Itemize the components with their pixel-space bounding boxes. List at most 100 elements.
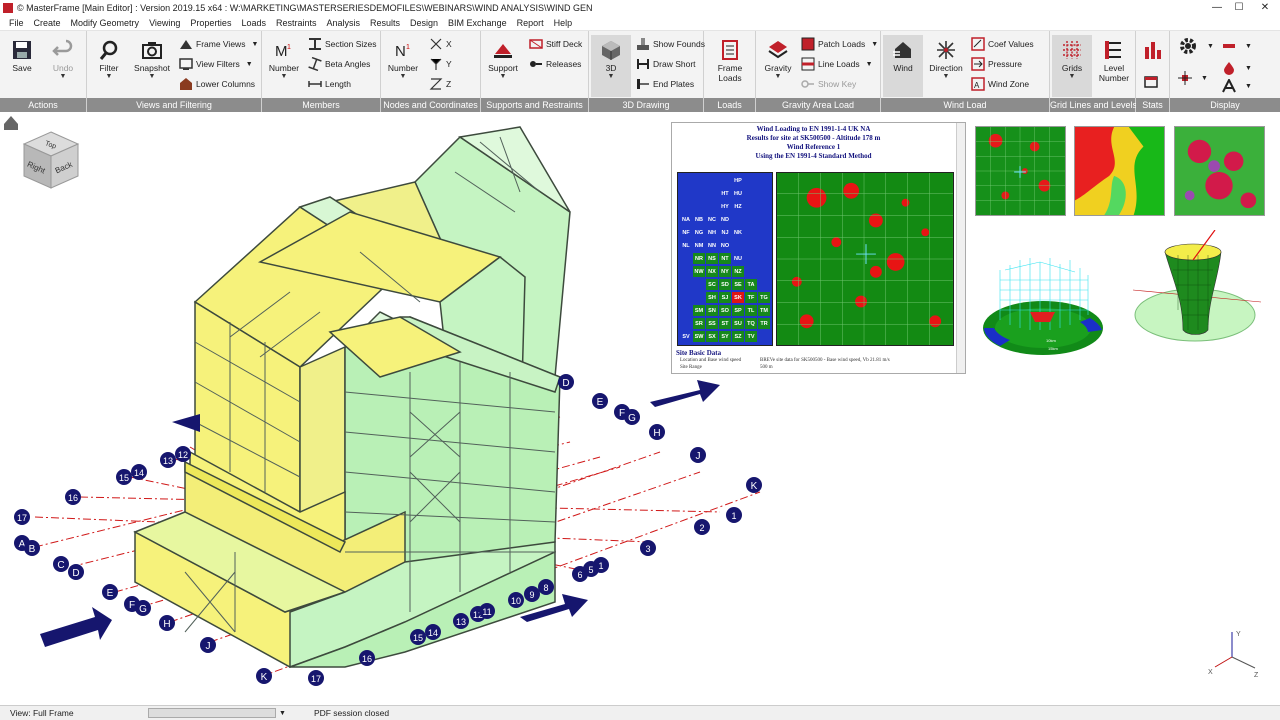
- status-progress-dropdown[interactable]: ▼: [279, 710, 286, 717]
- node-number-button[interactable]: N1 Number ▼: [381, 35, 425, 97]
- end-plates-button[interactable]: End Plates: [636, 75, 694, 93]
- terrain-thumbnail-roughness[interactable]: [975, 126, 1066, 216]
- home-view-icon[interactable]: [4, 116, 18, 130]
- grids-button[interactable]: Grids ▼: [1052, 35, 1092, 97]
- frame-loads-button[interactable]: Frame Loads: [708, 35, 752, 97]
- menu-modify-geometry[interactable]: Modify Geometry: [66, 18, 145, 28]
- os-grid-cell[interactable]: NY: [719, 266, 731, 277]
- line-loads-button[interactable]: Line Loads ▼: [801, 55, 873, 73]
- menu-results[interactable]: Results: [365, 18, 405, 28]
- menu-help[interactable]: Help: [549, 18, 578, 28]
- os-grid-cell[interactable]: SM: [693, 305, 705, 316]
- os-grid-cell[interactable]: TF: [745, 292, 757, 303]
- menu-properties[interactable]: Properties: [185, 18, 236, 28]
- os-grid-cell[interactable]: SK: [732, 292, 744, 303]
- os-grid-cell[interactable]: NJ: [719, 227, 731, 238]
- os-grid-cell[interactable]: SC: [706, 279, 718, 290]
- wind-pressure-cylinder-thumbnail[interactable]: [1133, 230, 1263, 350]
- stats-table-button[interactable]: [1144, 73, 1161, 91]
- menu-design[interactable]: Design: [405, 18, 443, 28]
- os-grid-cell[interactable]: TQ: [745, 318, 757, 329]
- os-grid-cell[interactable]: SS: [706, 318, 718, 329]
- os-grid-cell[interactable]: TV: [745, 331, 757, 342]
- wind-report-panel[interactable]: Wind Loading to EN 1991-1-4 UK NA Result…: [671, 122, 966, 374]
- menu-report[interactable]: Report: [512, 18, 549, 28]
- menu-bim-exchange[interactable]: BIM Exchange: [443, 18, 512, 28]
- os-grid-cell[interactable]: HY: [719, 201, 731, 212]
- site-terrain-map[interactable]: [776, 172, 954, 346]
- os-grid-cell[interactable]: TG: [758, 292, 770, 303]
- wind-zone-button[interactable]: A Wind Zone: [971, 75, 1029, 93]
- show-founds-button[interactable]: Show Founds: [636, 35, 705, 53]
- section-sizes-button[interactable]: Section Sizes: [308, 35, 377, 53]
- menu-viewing[interactable]: Viewing: [144, 18, 185, 28]
- coord-z-button[interactable]: Z: [429, 75, 451, 93]
- os-grid-cell[interactable]: NG: [693, 227, 705, 238]
- os-grid-cell[interactable]: NN: [706, 240, 718, 251]
- menu-create[interactable]: Create: [29, 18, 66, 28]
- coord-y-button[interactable]: Y: [429, 55, 452, 73]
- os-grid-cell[interactable]: NC: [706, 214, 718, 225]
- os-grid-cell[interactable]: ND: [719, 214, 731, 225]
- report-scrollbar[interactable]: [956, 123, 965, 373]
- length-button[interactable]: Length: [308, 75, 351, 93]
- minimize-button[interactable]: —: [1206, 0, 1228, 15]
- patch-loads-button[interactable]: Patch Loads ▼: [801, 35, 878, 53]
- terrain-thumbnail-altitude[interactable]: [1074, 126, 1165, 216]
- line-style-button[interactable]: ▼: [1222, 37, 1252, 55]
- show-key-button[interactable]: Show Key: [801, 75, 856, 93]
- os-grid-cell[interactable]: HT: [719, 188, 731, 199]
- os-grid-cell[interactable]: NX: [706, 266, 718, 277]
- frame-views-button[interactable]: Frame Views ▼: [179, 35, 258, 53]
- os-grid-cell[interactable]: SW: [693, 331, 705, 342]
- os-grid-cell[interactable]: TR: [758, 318, 770, 329]
- beta-angles-button[interactable]: Beta Angles: [308, 55, 370, 73]
- os-grid-cell[interactable]: TL: [745, 305, 757, 316]
- os-grid-map[interactable]: HP HT HU HY HZ NA NB NC ND NF NG NH NJ NK NL NM NN NO NR NS…: [677, 172, 773, 346]
- text-size-button[interactable]: ▼: [1222, 77, 1252, 95]
- os-grid-cell[interactable]: NS: [706, 253, 718, 264]
- settings-button[interactable]: ▼: [1178, 37, 1214, 55]
- os-grid-cell[interactable]: NH: [706, 227, 718, 238]
- member-number-button[interactable]: M1 Number ▼: [262, 35, 306, 97]
- os-grid-cell[interactable]: NO: [719, 240, 731, 251]
- releases-button[interactable]: Releases: [529, 55, 581, 73]
- undo-button[interactable]: Undo ▼: [41, 35, 85, 97]
- os-grid-cell[interactable]: SX: [706, 331, 718, 342]
- gravity-button[interactable]: Gravity ▼: [756, 35, 800, 97]
- os-grid-cell[interactable]: NW: [693, 266, 705, 277]
- menu-file[interactable]: File: [4, 18, 29, 28]
- os-grid-cell[interactable]: SD: [719, 279, 731, 290]
- os-grid-cell[interactable]: SV: [680, 331, 692, 342]
- os-grid-cell[interactable]: NB: [693, 214, 705, 225]
- os-grid-cell[interactable]: NU: [732, 253, 744, 264]
- os-grid-cell[interactable]: NT: [719, 253, 731, 264]
- wind-mesh-3d-thumbnail[interactable]: 10km 15km: [980, 250, 1110, 360]
- 3d-button[interactable]: 3D ▼: [591, 35, 631, 97]
- view-cube[interactable]: Top Right Back: [20, 130, 82, 192]
- os-grid-cell[interactable]: NZ: [732, 266, 744, 277]
- os-grid-cell[interactable]: NR: [693, 253, 705, 264]
- draw-short-button[interactable]: Draw Short: [636, 55, 696, 73]
- menu-analysis[interactable]: Analysis: [322, 18, 366, 28]
- os-grid-cell[interactable]: TA: [745, 279, 757, 290]
- coef-values-button[interactable]: Coef Values: [971, 35, 1034, 53]
- node-display-button[interactable]: ▼: [1178, 69, 1208, 87]
- os-grid-cell[interactable]: NF: [680, 227, 692, 238]
- snapshot-button[interactable]: Snapshot ▼: [130, 35, 174, 97]
- os-grid-cell[interactable]: ST: [719, 318, 731, 329]
- os-grid-cell[interactable]: TM: [758, 305, 770, 316]
- os-grid-cell[interactable]: SN: [706, 305, 718, 316]
- os-grid-cell[interactable]: SZ: [732, 331, 744, 342]
- os-grid-cell[interactable]: NK: [732, 227, 744, 238]
- os-grid-cell[interactable]: SJ: [719, 292, 731, 303]
- direction-button[interactable]: Direction ▼: [924, 35, 968, 97]
- os-grid-cell[interactable]: NM: [693, 240, 705, 251]
- lower-columns-button[interactable]: Lower Columns: [179, 75, 255, 93]
- maximize-button[interactable]: ☐: [1228, 0, 1250, 15]
- os-grid-cell[interactable]: HZ: [732, 201, 744, 212]
- os-grid-cell[interactable]: SR: [693, 318, 705, 329]
- menu-restraints[interactable]: Restraints: [271, 18, 322, 28]
- os-grid-cell[interactable]: SE: [732, 279, 744, 290]
- close-button[interactable]: ✕: [1250, 0, 1280, 15]
